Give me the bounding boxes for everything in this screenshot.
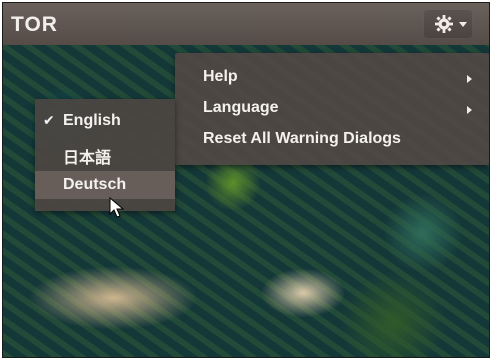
language-option-english[interactable]: ✔ English [35, 107, 175, 135]
language-option-label: Deutsch [63, 176, 127, 193]
language-option-german[interactable]: Deutsch [35, 171, 175, 199]
language-option-label: 日本語 [63, 150, 112, 167]
language-submenu: ✔ English 日本語 Deutsch [35, 99, 175, 211]
menu-item-language[interactable]: Language [203, 99, 279, 117]
chevron-right-icon [467, 106, 472, 114]
chevron-down-icon [459, 22, 467, 27]
settings-menu-button[interactable] [423, 9, 473, 39]
menu-item-reset-warning-dialogs[interactable]: Reset All Warning Dialogs [203, 130, 401, 148]
app-window: TOR Help Language Reset All Warning Dial… [2, 2, 490, 358]
menu-item-help[interactable]: Help [203, 68, 238, 86]
app-title: TOR [11, 13, 58, 36]
checkmark-icon: ✔ [43, 112, 55, 128]
language-option-label: English [63, 112, 121, 129]
top-bar: TOR [3, 3, 489, 45]
chevron-right-icon [467, 75, 472, 83]
language-option-japanese[interactable]: 日本語 [35, 139, 175, 167]
settings-dropdown-menu: Help Language Reset All Warning Dialogs [175, 53, 489, 165]
mouse-cursor-icon [109, 196, 125, 224]
